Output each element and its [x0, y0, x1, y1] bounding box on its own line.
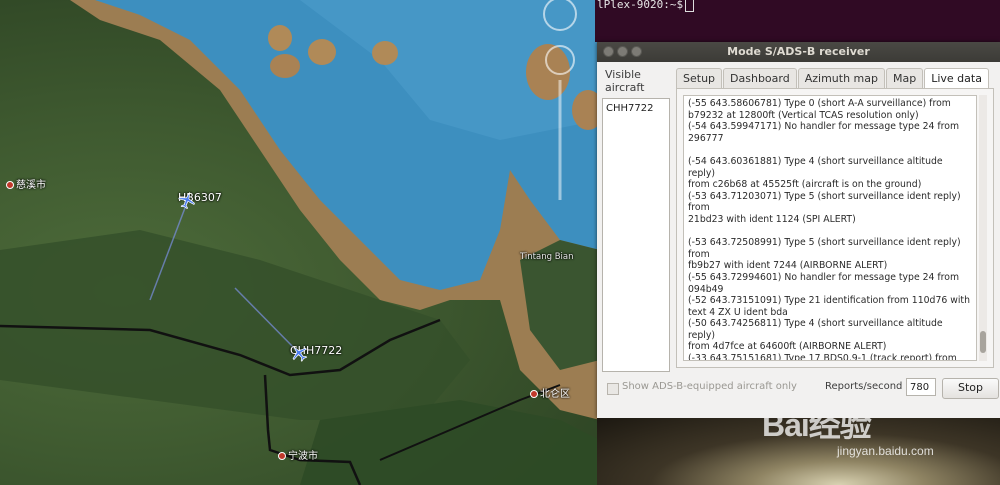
log-line: (-53 643.72508991) Type 5 (short surveil…	[688, 237, 961, 260]
visible-aircraft-label: Visible aircraft	[605, 68, 645, 94]
terminal-cursor	[685, 0, 695, 12]
map-imagery	[0, 0, 600, 485]
aircraft-marker[interactable]: HB6307	[178, 191, 222, 209]
adsb-only-checkbox[interactable]	[607, 383, 619, 395]
map-label-ningbo: 宁波市	[278, 447, 318, 462]
log-line: text 4 ZX U ident bda	[688, 306, 788, 318]
aircraft-marker[interactable]: CHH7722	[290, 344, 342, 362]
adsb-receiver-window[interactable]: Mode S/ADS-B receiver Visible aircraft C…	[597, 42, 1000, 418]
log-line: (-53 643.71203071) Type 5 (short surveil…	[688, 190, 961, 214]
watermark-url: jingyan.baidu.com	[837, 444, 934, 458]
map-label-beilun: 北仑区	[530, 385, 570, 400]
satellite-map[interactable]: 慈溪市 Tintang Bian 北仑区 宁波市 HB6307 CHH7722	[0, 0, 600, 485]
window-titlebar[interactable]: Mode S/ADS-B receiver	[597, 42, 1000, 62]
baidu-watermark: Bai经验	[762, 418, 872, 443]
terminal-window[interactable]: lPlex-9020:~$	[595, 0, 1000, 42]
bottom-controls: Show ADS-B-equipped aircraft only Report…	[602, 378, 999, 402]
log-line: fb9b27 with ident 7244 (AIRBORNE ALERT)	[688, 260, 888, 272]
visible-aircraft-panel: Visible aircraft CHH7722	[602, 68, 672, 372]
terminal-prompt: lPlex-9020:~$	[597, 0, 695, 12]
log-line: (-52 643.73151091) Type 21 identificatio…	[688, 295, 970, 307]
tab-live-data[interactable]: Live data	[924, 68, 989, 89]
tab-bar: Setup Dashboard Azimuth map Map Live dat…	[676, 68, 990, 89]
tab-setup[interactable]: Setup	[676, 68, 723, 89]
window-title: Mode S/ADS-B receiver	[727, 45, 870, 58]
log-line: (-54 643.60361881) Type 4 (short surveil…	[688, 155, 943, 179]
log-scrollbar[interactable]	[979, 95, 987, 361]
tab-azimuth-map[interactable]: Azimuth map	[797, 68, 885, 89]
aircraft-list[interactable]: CHH7722	[602, 98, 670, 372]
scrollbar-thumb[interactable]	[980, 331, 986, 353]
log-line: (-50 643.74256811) Type 4 (short surveil…	[688, 318, 943, 341]
live-data-log[interactable]: (-55 643.58606781) Type 0 (short A-A sur…	[683, 95, 977, 361]
log-line: 296777	[688, 132, 724, 144]
log-line: 094b49	[688, 283, 724, 295]
stop-button[interactable]: Stop	[942, 378, 999, 399]
log-line: from 4d7fce at 64600ft (AIRBORNE ALERT)	[688, 341, 887, 353]
reports-per-second-value: 780	[906, 378, 936, 396]
map-label-tintang: Tintang Bian	[520, 252, 574, 262]
list-item[interactable]: CHH7722	[603, 99, 669, 118]
tab-dashboard[interactable]: Dashboard	[723, 68, 797, 89]
log-line: (-55 643.72994601) No handler for messag…	[688, 271, 960, 283]
log-line: b79232 at 12800ft (Vertical TCAS resolut…	[688, 109, 919, 121]
map-zoom-controls[interactable]	[540, 0, 580, 220]
reports-per-second-label: Reports/second	[825, 381, 903, 392]
background-photo: Bai经验 jingyan.baidu.com	[597, 418, 1000, 485]
live-data-panel: (-55 643.58606781) Type 0 (short A-A sur…	[676, 88, 994, 368]
adsb-only-label: Show ADS-B-equipped aircraft only	[622, 381, 797, 392]
log-line: (-54 643.59947171) No handler for messag…	[688, 121, 960, 133]
log-line: 21bd23 with ident 1124 (SPI ALERT)	[688, 213, 856, 225]
map-label-cixi: 慈溪市	[6, 176, 46, 191]
log-line: (-55 643.58606781) Type 0 (short A-A sur…	[688, 98, 951, 109]
tab-map[interactable]: Map	[885, 68, 924, 89]
airplane-icon	[178, 192, 195, 209]
log-line: from c26b68 at 45525ft (aircraft is on t…	[688, 179, 922, 191]
airplane-icon	[292, 346, 308, 362]
log-line: (-33 643.75151681) Type 17 BDS0,9-1 (tra…	[688, 353, 957, 361]
